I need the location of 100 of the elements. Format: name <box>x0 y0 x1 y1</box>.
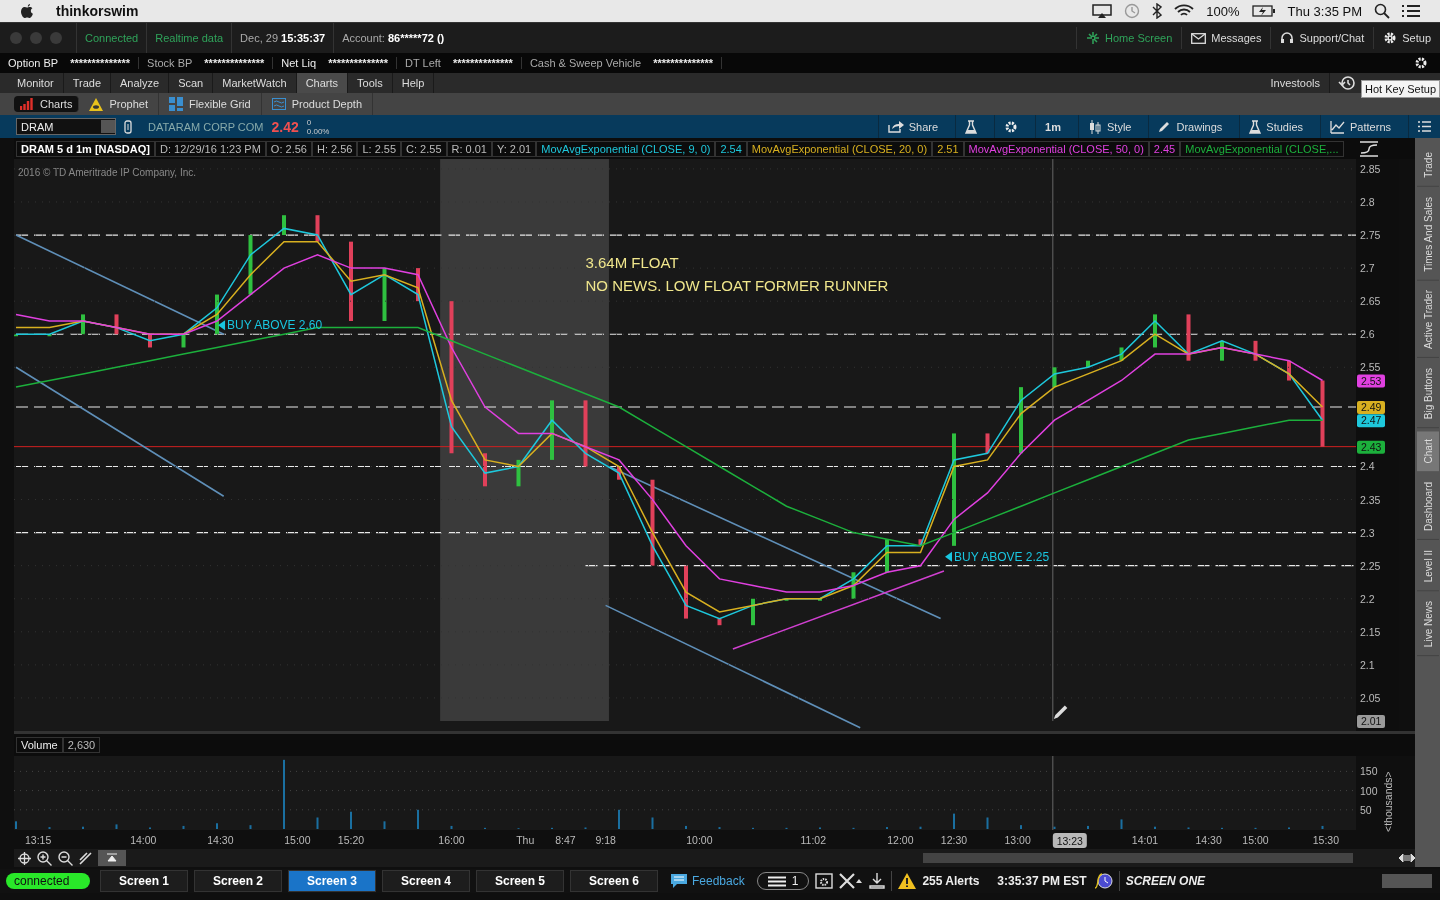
price-axis-label: 2.75 <box>1360 229 1381 242</box>
candle <box>583 400 588 467</box>
list-icon[interactable] <box>1402 4 1420 18</box>
candlestick-icon <box>1088 119 1102 134</box>
header-link[interactable]: Messages <box>1181 27 1271 49</box>
time-axis-label: 15:20 <box>337 834 365 846</box>
candle <box>1052 367 1057 388</box>
account-number[interactable]: 86*****72 () <box>388 32 445 44</box>
candle <box>550 400 554 460</box>
side-tab[interactable]: Big Buttons <box>1416 360 1439 429</box>
screen-tab[interactable]: Screen 1 <box>100 870 188 892</box>
screen-tab[interactable]: Screen 5 <box>476 870 564 892</box>
header-link[interactable]: Home Screen <box>1076 27 1182 49</box>
balance-label[interactable]: Stock BP <box>147 57 193 69</box>
screen-tab[interactable]: Screen 2 <box>194 870 282 892</box>
time-axis-label: 11:02 <box>800 834 827 846</box>
settings-icon <box>1383 31 1398 45</box>
chart-markup-drawing[interactable] <box>14 159 1357 729</box>
volume-bar <box>1120 819 1123 829</box>
symbol-field[interactable]: DRAM <box>16 118 116 135</box>
balance-label[interactable]: Cash & Sweep Vehicle <box>529 57 642 69</box>
candle <box>1153 314 1157 348</box>
main-tab[interactable]: Charts <box>296 73 349 93</box>
bluetooth-icon[interactable] <box>1152 3 1163 19</box>
volume-bar <box>1321 825 1324 829</box>
collapse-tab-icon[interactable] <box>98 850 126 866</box>
settings-window-icon[interactable] <box>815 873 834 889</box>
zoom-out-icon[interactable] <box>58 850 73 866</box>
candle <box>483 453 487 487</box>
study-value: 2.54 <box>715 140 747 157</box>
settings-icon[interactable] <box>1414 56 1428 70</box>
screen-tab[interactable]: Screen 4 <box>382 870 470 892</box>
side-tab[interactable]: Dashboard <box>1416 473 1439 540</box>
side-tab[interactable]: Active Trader <box>1416 282 1439 359</box>
messages-counter[interactable]: 1 <box>756 872 810 890</box>
time-axis-label: 14:00 <box>130 834 157 846</box>
header-link[interactable]: Setup <box>1373 27 1440 49</box>
chart-title[interactable]: DRAM 5 d 1m [NASDAQ] <box>16 140 155 157</box>
curve-icon[interactable] <box>1359 140 1379 157</box>
warning-icon[interactable] <box>898 873 917 889</box>
tools-icon[interactable] <box>839 873 864 889</box>
side-tab[interactable]: Times And Sales <box>1416 188 1439 281</box>
study-label[interactable]: MovAvgExponential (CLOSE, 9, 0) <box>536 140 716 157</box>
price-axis-label: 2.1 <box>1360 658 1375 671</box>
feedback-link[interactable]: Feedback <box>664 872 751 890</box>
chart-note[interactable]: 3.64M FLOAT <box>585 254 679 272</box>
candle <box>784 598 789 601</box>
wifi-icon[interactable] <box>1174 4 1195 18</box>
chart-note[interactable]: NO NEWS. LOW FLOAT FORMER RUNNER <box>585 277 889 295</box>
balance-label[interactable]: DT Left <box>405 57 441 69</box>
ohlc-field: L: 2.55 <box>357 140 402 157</box>
ohlc-field: C: 2.55 <box>401 140 447 157</box>
header-link[interactable]: Support/Chat <box>1270 27 1374 49</box>
alerts-count[interactable]: 255 Alerts <box>922 874 980 888</box>
spark-icon <box>1086 31 1100 45</box>
price-alert-label[interactable]: BUY ABOVE 2.60 <box>227 318 323 333</box>
price-axis-label: 2.15 <box>1360 625 1381 638</box>
link-icon[interactable] <box>124 119 132 134</box>
side-tab[interactable]: Live News <box>1416 593 1439 657</box>
zoom-in-icon[interactable] <box>37 850 52 866</box>
apple-icon[interactable] <box>20 3 34 19</box>
candle <box>1320 380 1325 447</box>
list-icon <box>767 875 786 887</box>
side-tab[interactable]: Trade <box>1416 144 1439 187</box>
candle <box>1119 347 1124 361</box>
download-icon[interactable] <box>869 873 886 889</box>
sub-tab[interactable]: Charts <box>14 96 80 112</box>
ohlc-field: O: 2.56 <box>265 140 312 157</box>
crosshair-icon[interactable] <box>18 851 31 865</box>
menu-clock[interactable]: Thu 3:35 PM <box>1287 3 1362 19</box>
side-tab[interactable]: Level II <box>1416 541 1439 592</box>
pencil-icon[interactable] <box>1053 705 1068 719</box>
time-text: 15:35:37 <box>281 32 326 44</box>
candle <box>851 572 856 599</box>
screen-tab[interactable]: Screen 6 <box>570 870 658 892</box>
study-label[interactable]: MovAvgExponential (CLOSE,... <box>1180 140 1344 157</box>
volume-axis-label: 150 <box>1360 765 1378 778</box>
percent-change: 0.00% <box>306 126 330 136</box>
volume-bar <box>919 826 922 829</box>
balance-value: ************** <box>653 57 714 69</box>
scrollbar[interactable] <box>923 853 1353 863</box>
study-label[interactable]: MovAvgExponential (CLOSE, 50, 0) <box>963 140 1149 157</box>
study-label[interactable]: MovAvgExponential (CLOSE, 20, 0) <box>746 140 933 157</box>
price-alert-label[interactable]: BUY ABOVE 2.25 <box>954 549 1050 564</box>
price-axis-label: 2.4 <box>1360 460 1375 473</box>
volume-bar <box>450 825 453 829</box>
drawing-tool-icon[interactable] <box>79 851 92 865</box>
battery-icon[interactable] <box>1251 5 1276 17</box>
search-icon[interactable] <box>1374 3 1390 19</box>
speech-bubble-icon <box>670 873 688 889</box>
balance-label[interactable]: Net Liq <box>281 57 317 69</box>
app-name[interactable]: thinkorswim <box>56 3 139 19</box>
screen-tab[interactable]: Screen 3 <box>288 870 376 892</box>
function-clock-icon[interactable] <box>1092 873 1113 889</box>
history-icon[interactable] <box>1338 75 1356 91</box>
display-icon[interactable] <box>1092 4 1113 18</box>
balance-label[interactable]: Option BP <box>8 57 59 69</box>
candle <box>47 334 52 337</box>
expand-arrows-icon[interactable] <box>1399 853 1415 863</box>
time-axis-label: 14:30 <box>207 834 234 846</box>
